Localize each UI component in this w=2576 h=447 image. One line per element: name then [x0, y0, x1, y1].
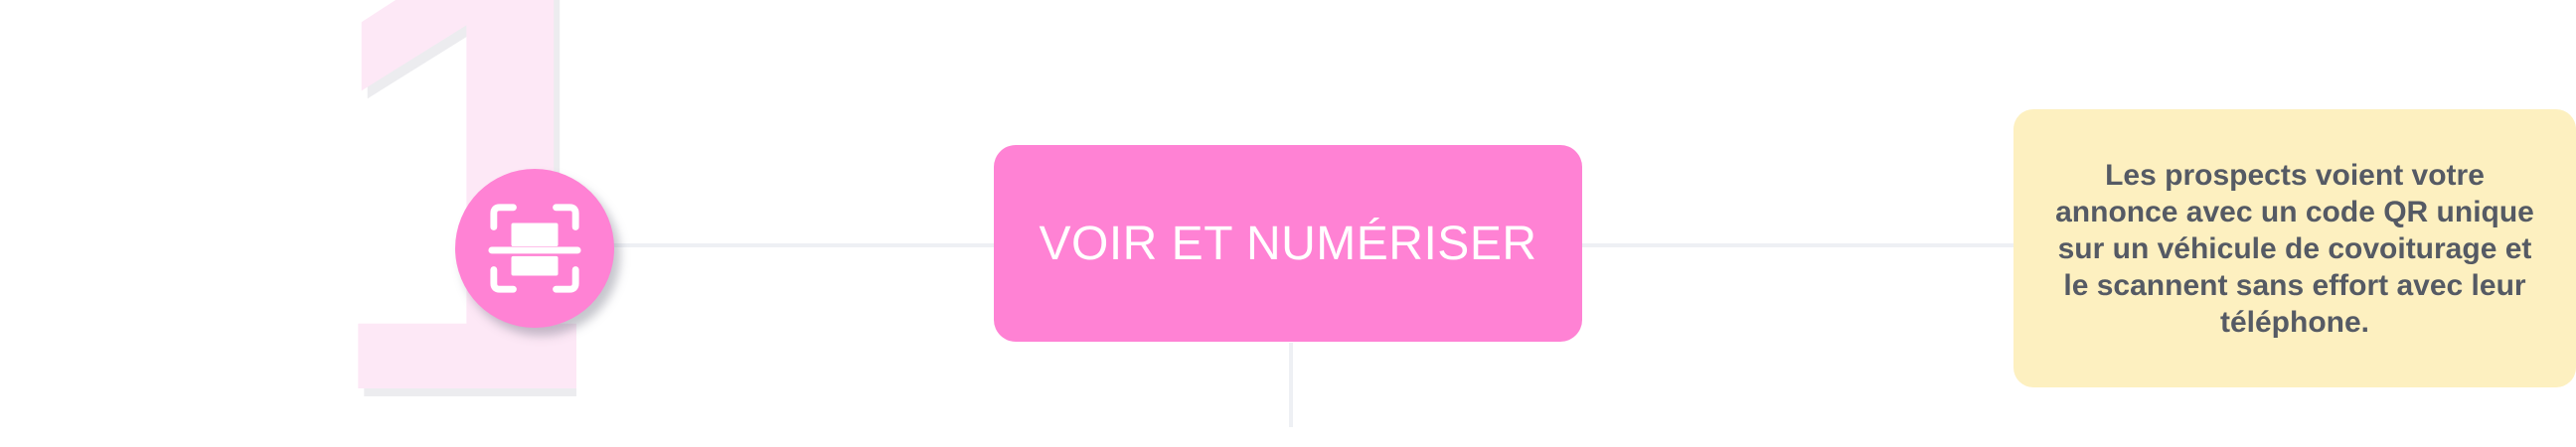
connector-line-left: [557, 243, 994, 247]
step-description: Les prospects voient votre annonce avec …: [2055, 158, 2534, 339]
connector-line-right: [1580, 243, 2017, 247]
connector-line-down: [1289, 343, 1293, 427]
view-and-scan-button[interactable]: VOIR ET NUMÉRISER: [994, 145, 1582, 342]
step-description-card: Les prospects voient votre annonce avec …: [2013, 109, 2576, 387]
scan-icon: [455, 169, 614, 328]
